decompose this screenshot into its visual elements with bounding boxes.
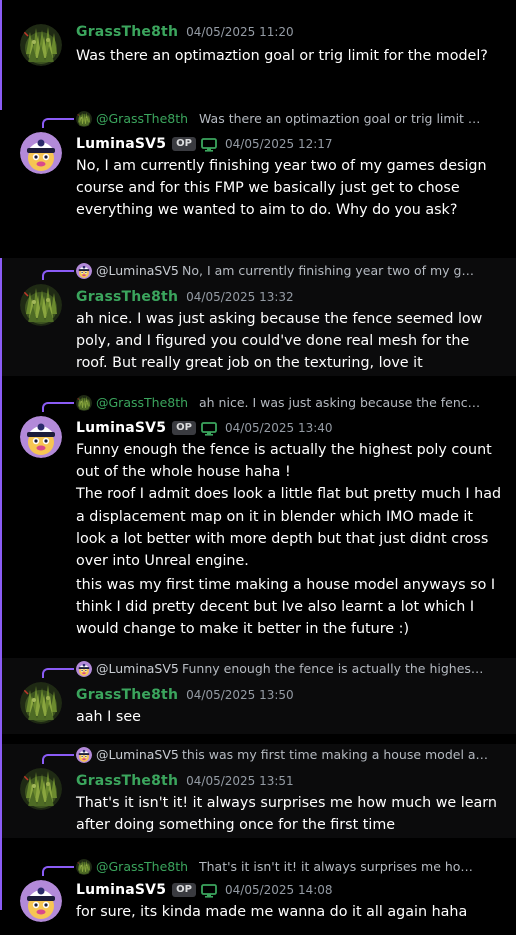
timestamp: 04/05/2025 13:50 [186, 688, 294, 702]
reply-preview[interactable]: @GrassThe8th That's it isn't it! it alwa… [42, 858, 502, 876]
reply-text: this was my first time making a house mo… [182, 747, 489, 762]
username[interactable]: GrassThe8th [76, 24, 178, 40]
reply-connector [42, 866, 74, 876]
message-text: Was there an optimaztion goal or trig li… [76, 48, 488, 64]
reply-connector [42, 270, 74, 280]
timestamp: 04/05/2025 14:08 [225, 883, 333, 897]
reply-avatar [76, 661, 92, 677]
op-badge: OP [172, 421, 196, 435]
reply-avatar [76, 747, 92, 763]
desktop-icon [201, 883, 217, 897]
reply-avatar [76, 859, 92, 875]
reply-connector [42, 118, 74, 128]
reply-username[interactable]: @LuminaSV5 [96, 660, 179, 678]
avatar[interactable] [20, 682, 62, 724]
message-text: That's it isn't it! it always surprises … [76, 795, 497, 834]
reply-connector [42, 402, 74, 412]
timestamp: 04/05/2025 13:32 [186, 290, 294, 304]
reply-connector [42, 754, 74, 764]
username[interactable]: GrassThe8th [76, 773, 178, 789]
message-header: LuminaSV5 OP 04/05/2025 13:40 [76, 417, 333, 439]
username[interactable]: LuminaSV5 [76, 420, 166, 436]
message-highlighted[interactable]: @LuminaSV5 this was my first time making… [0, 744, 516, 838]
username[interactable]: GrassThe8th [76, 687, 178, 703]
message[interactable]: GrassThe8th 04/05/2025 11:20 Was there a… [0, 16, 516, 96]
reply-preview[interactable]: @LuminaSV5 this was my first time making… [42, 746, 502, 764]
avatar[interactable] [20, 284, 62, 326]
message-header: GrassThe8th 04/05/2025 13:50 [76, 684, 294, 706]
op-badge: OP [172, 883, 196, 897]
message[interactable]: @GrassThe8th Was there an optimaztion go… [0, 108, 516, 248]
message[interactable]: @GrassThe8th That's it isn't it! it alwa… [0, 856, 516, 935]
desktop-icon [201, 137, 217, 151]
message-text: aah I see [76, 709, 141, 725]
reply-text: That's it isn't it! it always surprises … [199, 859, 473, 874]
avatar[interactable] [20, 132, 62, 174]
username[interactable]: GrassThe8th [76, 289, 178, 305]
username[interactable]: LuminaSV5 [76, 136, 166, 152]
message-highlighted[interactable]: @LuminaSV5 No, I am currently finishing … [0, 258, 516, 376]
reply-avatar [76, 111, 92, 127]
message-header: GrassThe8th 04/05/2025 13:51 [76, 770, 294, 792]
reply-connector [42, 668, 74, 678]
timestamp: 04/05/2025 13:40 [225, 421, 333, 435]
reply-username[interactable]: @LuminaSV5 [96, 262, 179, 280]
message-header: GrassThe8th 04/05/2025 11:20 [76, 21, 294, 43]
highlight-bar [0, 658, 2, 734]
timestamp: 04/05/2025 11:20 [186, 25, 294, 39]
message-text: this was my first time making a house mo… [76, 577, 496, 638]
reply-text: No, I am currently finishing year two of… [182, 263, 474, 278]
message-text: ah nice. I was just asking because the f… [76, 311, 483, 372]
avatar[interactable] [20, 768, 62, 810]
reply-preview[interactable]: @LuminaSV5 No, I am currently finishing … [42, 262, 502, 280]
highlight-bar [0, 258, 2, 376]
reply-preview[interactable]: @LuminaSV5 Funny enough the fence is act… [42, 660, 502, 678]
reply-text: ah nice. I was just asking because the f… [199, 395, 481, 410]
reply-username[interactable]: @GrassThe8th [96, 394, 188, 412]
op-badge: OP [172, 137, 196, 151]
avatar[interactable] [20, 416, 62, 458]
chat-messages: GrassThe8th 04/05/2025 11:20 Was there a… [0, 0, 516, 935]
message-header: GrassThe8th 04/05/2025 13:32 [76, 286, 294, 308]
reply-preview[interactable]: @GrassThe8th ah nice. I was just asking … [42, 394, 502, 412]
reply-username[interactable]: @LuminaSV5 [96, 746, 179, 764]
reply-avatar [76, 395, 92, 411]
message-text: No, I am currently finishing year two of… [76, 158, 487, 219]
timestamp: 04/05/2025 12:17 [225, 137, 333, 151]
avatar[interactable] [20, 880, 62, 922]
username[interactable]: LuminaSV5 [76, 882, 166, 898]
reply-username[interactable]: @GrassThe8th [96, 110, 188, 128]
message-text: for sure, its kinda made me wanna do it … [76, 904, 468, 920]
reply-preview[interactable]: @GrassThe8th Was there an optimaztion go… [42, 110, 502, 128]
message-header: LuminaSV5 OP 04/05/2025 12:17 [76, 133, 333, 155]
message[interactable]: @GrassThe8th ah nice. I was just asking … [0, 392, 516, 646]
reply-text: Funny enough the fence is actually the h… [182, 661, 484, 676]
reply-text: Was there an optimaztion goal or trig li… [199, 111, 481, 126]
avatar[interactable] [20, 24, 62, 66]
message-text: Funny enough the fence is actually the h… [76, 442, 502, 570]
reply-avatar [76, 263, 92, 279]
reply-username[interactable]: @GrassThe8th [96, 858, 188, 876]
timestamp: 04/05/2025 13:51 [186, 774, 294, 788]
message-header: LuminaSV5 OP 04/05/2025 14:08 [76, 879, 333, 901]
desktop-icon [201, 421, 217, 435]
message-highlighted[interactable]: @LuminaSV5 Funny enough the fence is act… [0, 658, 516, 734]
highlight-bar [0, 744, 2, 838]
